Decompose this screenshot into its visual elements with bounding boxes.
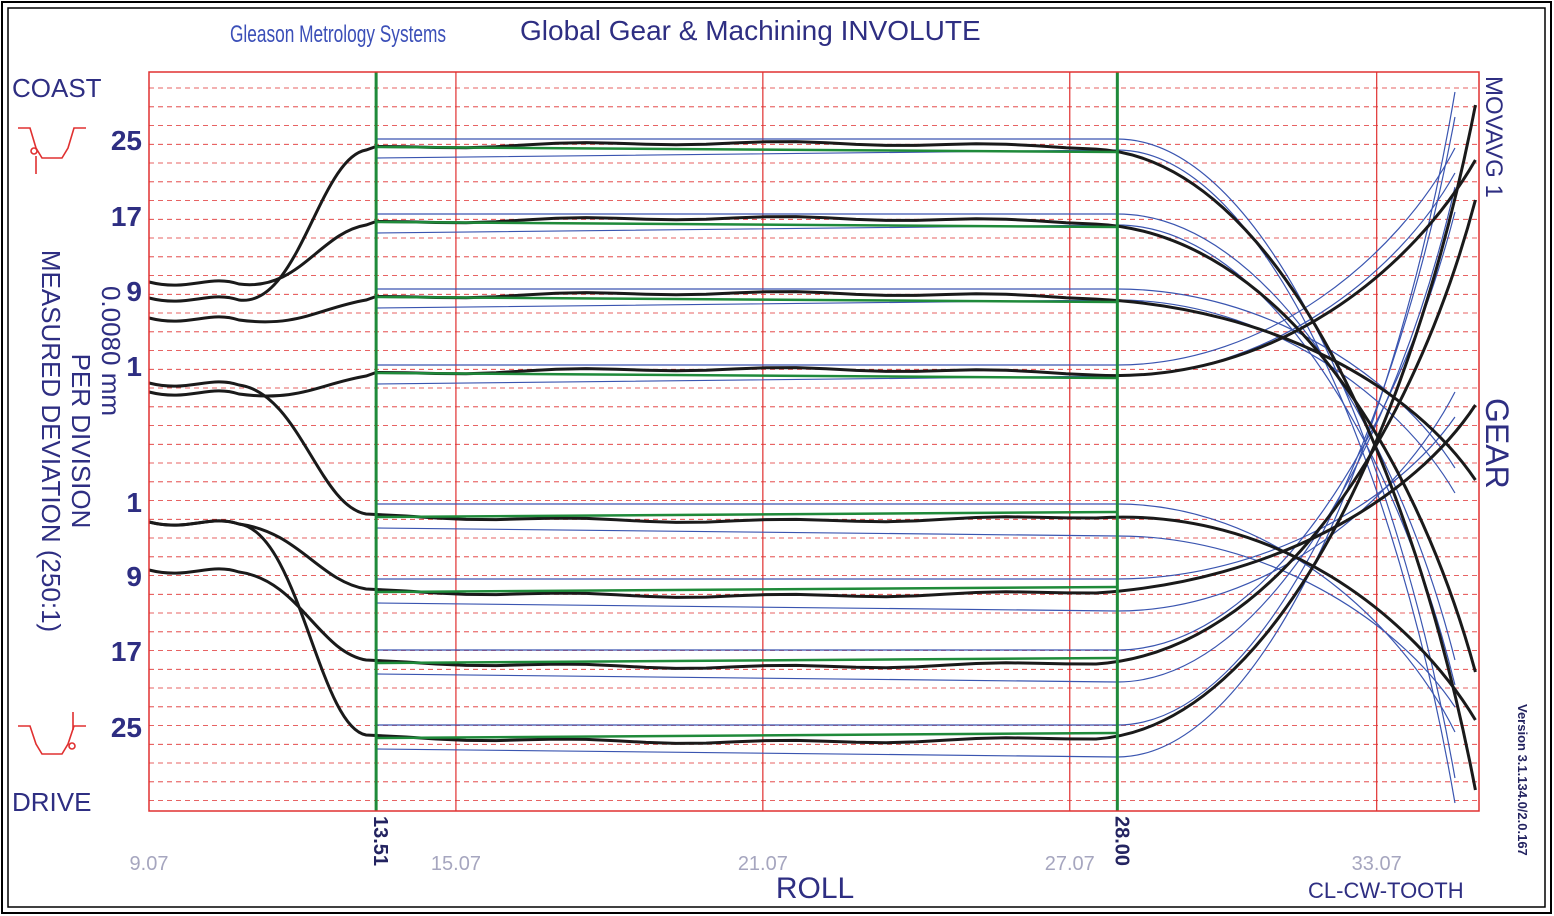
measured-trace [148, 140, 1477, 791]
tooth-label: 25 [111, 125, 142, 156]
x-tick-label: 9.07 [130, 853, 169, 875]
svg-text:MEASURED DEVIATION (250:1): MEASURED DEVIATION (250:1) [36, 250, 66, 632]
corner-label: CL-CW-TOOTH [1308, 878, 1464, 903]
tooth-label: 25 [111, 712, 142, 743]
evaluation-lines: 13.51 28.00 [369, 72, 1132, 866]
brand-logo: Gleason Metrology Systems [230, 21, 446, 47]
x-axis-label: ROLL [776, 872, 854, 905]
tooth-label: 9 [126, 561, 142, 592]
evaluation-limit-label: 28.00 [1110, 816, 1132, 866]
grid [149, 72, 1479, 811]
tooth-label: 17 [111, 201, 142, 232]
evaluated-fit-line [376, 220, 1118, 229]
tolerance-line [376, 172, 1456, 385]
tooth-label: 17 [111, 636, 142, 667]
tolerance-line [376, 149, 1456, 804]
tooth-label: 9 [126, 276, 142, 307]
evaluation-limit-label: 13.51 [369, 816, 391, 866]
measured-trace [148, 199, 1477, 670]
tooth-profile-drive-icon [18, 712, 86, 755]
measured-trace [148, 290, 1477, 481]
y-axis-label: MEASURED DEVIATION (250:1) PER DIVISION … [36, 250, 126, 632]
tooth-profile-coast-icon [18, 127, 86, 174]
x-tick-label: 15.07 [431, 853, 481, 875]
x-tick-label: 27.07 [1045, 853, 1095, 875]
evaluated-fit-line [376, 295, 1118, 304]
evaluated-fit-line [376, 145, 1118, 154]
tolerance-line [376, 186, 1456, 683]
tooth-label: 1 [126, 351, 142, 382]
tolerance-line [376, 116, 1456, 726]
measured-trace [148, 159, 1477, 398]
svg-text:0.0080 mm: 0.0080 mm [96, 286, 126, 416]
measured-traces [148, 104, 1477, 791]
plot-area [148, 71, 1480, 812]
x-tick-label: 21.07 [738, 853, 788, 875]
coast-label: COAST [12, 73, 102, 103]
drive-label: DRIVE [12, 787, 91, 817]
tolerance-line [376, 91, 1456, 758]
involute-chart: Gleason Metrology Systems Global Gear & … [1, 1, 1552, 914]
evaluated-fit-line [376, 371, 1118, 380]
chart-title: Global Gear & Machining INVOLUTE [520, 15, 981, 46]
tolerance-line [376, 138, 1456, 779]
gear-label: GEAR [1479, 398, 1515, 489]
tolerance-lines [376, 91, 1456, 804]
tooth-labels: 25 17 9 1 1 9 17 25 [111, 125, 142, 743]
svg-text:PER DIVISION: PER DIVISION [66, 354, 96, 529]
version-label: Version 3.1.134.0/2.0.167 [1515, 704, 1530, 856]
tolerance-line [376, 391, 1456, 612]
tooth-label: 1 [126, 487, 142, 518]
x-ticks: 9.07 15.07 21.07 27.07 33.07 [130, 853, 1402, 875]
x-tick-label: 33.07 [1352, 853, 1402, 875]
movavg-label: MOVAVG 1 [1480, 76, 1507, 198]
